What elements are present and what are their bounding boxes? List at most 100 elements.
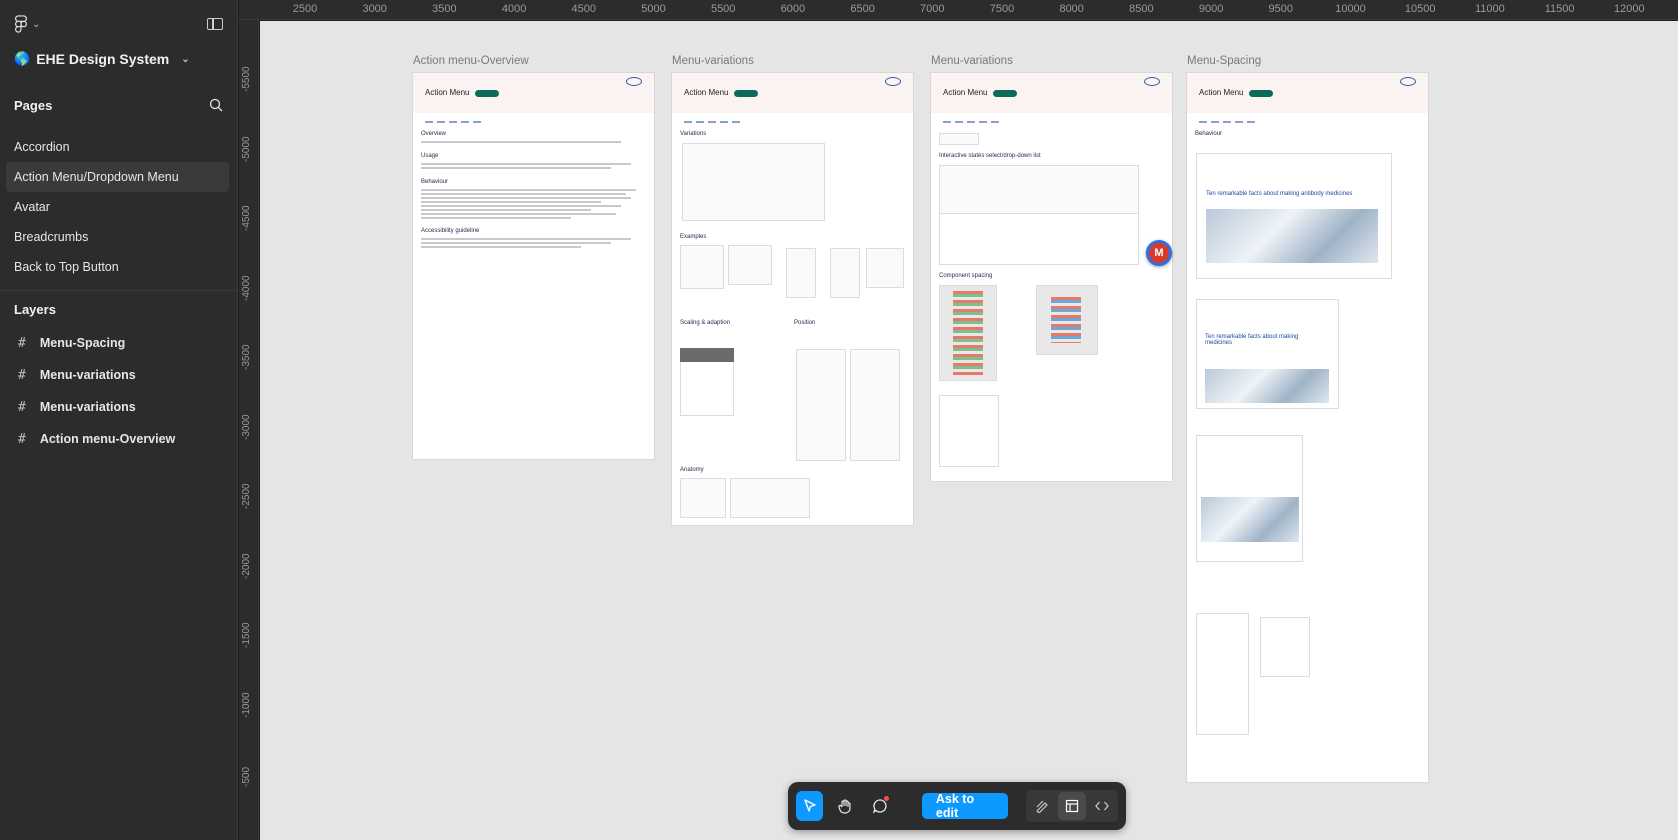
page-item-accordion[interactable]: Accordion [0,132,229,162]
ruler-tick-label: 5500 [710,3,736,15]
frame-label[interactable]: Action menu-Overview [413,55,529,67]
layer-item[interactable]: # Action menu-Overview [0,423,237,455]
ruler-tick-label: 7000 [920,3,945,15]
hand-icon [838,799,851,814]
ruler-tick-label: 11000 [1475,3,1505,15]
panel-toggle-icon[interactable] [207,18,223,30]
text-line [421,189,636,191]
code-icon [1095,801,1109,811]
text-line [421,242,611,244]
layer-item[interactable]: # Menu-variations [0,391,237,423]
scaling-preview-header [680,348,734,362]
dev-mode-button[interactable] [1088,792,1116,820]
figma-app: ⌄ 🌎 EHE Design System ⌄ Pages Accordion … [0,0,1678,840]
article-title: Ten remarkable facts about making medici… [1205,334,1299,346]
text-line [421,205,621,207]
main-menu-button[interactable]: ⌄ [14,15,40,33]
ruler-tick-label: -3500 [241,344,252,370]
horizontal-ruler: 2500 3000 3500 4000 4500 5000 5500 6000 6500 7000… [239,0,1678,20]
section-heading: Component spacing [939,273,993,279]
ruler-tick-label: -1000 [241,691,252,718]
spacing-preview-bars [1051,297,1081,343]
example-preview [728,245,772,285]
frame-tabs [1199,121,1259,123]
collaborator-avatar[interactable]: M [1146,240,1172,266]
article-title: Ten remarkable facts about making antibo… [1206,191,1353,197]
page-item-avatar[interactable]: Avatar [0,192,229,222]
section-heading: Position [794,320,816,326]
variations-preview [682,143,825,221]
text-line [421,197,631,199]
comment-tool-button[interactable] [867,791,894,821]
globe-icon: 🌎 [14,51,31,66]
ruler-tick-label: 12000 [1614,3,1645,15]
text-line [421,163,631,165]
sidebar-header: ⌄ [0,0,237,48]
frame-menu-variations[interactable]: Action Menu Variations Examples Scaling … [672,73,913,525]
ruler-tick-label: -3000 [241,413,252,440]
figma-logo-icon [15,15,27,33]
frame-heading: Action Menu [425,88,470,97]
layer-item[interactable]: # Menu-variations [0,359,237,391]
page-item-back-to-top[interactable]: Back to Top Button [0,252,229,282]
search-icon[interactable] [209,98,223,112]
chevron-down-icon: ⌄ [181,53,190,65]
menu-preview [1196,613,1249,735]
section-heading: Behaviour [1195,131,1223,137]
frame-menu-variations[interactable]: Action Menu Interactive states select/dr… [931,73,1172,481]
frame-label[interactable]: Menu-variations [931,55,1013,67]
frame-icon: # [18,431,26,447]
article-image [1201,497,1299,542]
move-tool-button[interactable] [796,791,824,821]
example-preview [866,248,904,288]
section-heading: Behaviour [421,179,449,185]
section-heading: Accessibility guideline [421,228,480,234]
page-item-breadcrumbs[interactable]: Breadcrumbs [0,222,229,252]
section-heading: Anatomy [680,467,704,473]
ask-to-edit-button[interactable]: Ask to edit [921,792,1009,820]
frame-tabs [943,121,1003,123]
frame-label[interactable]: Menu-Spacing [1187,55,1261,67]
left-sidebar: ⌄ 🌎 EHE Design System ⌄ Pages Accordion … [0,0,238,840]
ruler-tick-label: 4000 [501,3,527,15]
page-item-action-menu[interactable]: Action Menu/Dropdown Menu [6,162,229,192]
section-heading: Usage [421,153,439,159]
section-heading: Overview [421,131,447,137]
ruler-tick-label: 6000 [780,3,806,15]
comment-icon [873,799,887,814]
frame-label[interactable]: Menu-variations [672,55,754,67]
layer-item[interactable]: # Menu-Spacing [0,327,237,359]
hand-tool-button[interactable] [831,791,858,821]
frame-icon: # [18,367,26,383]
file-name: EHE Design System [36,51,170,67]
text-line [421,167,611,169]
file-name-row[interactable]: 🌎 EHE Design System ⌄ [0,48,237,70]
ruler-tick-label: -2500 [241,483,252,509]
ruler-tick-label: -1500 [241,622,252,648]
design-mode-button[interactable] [1058,792,1087,820]
anatomy-preview [680,478,726,518]
frame-action-menu-overview[interactable]: Action Menu Overview Usage Behaviour Acc… [413,73,654,459]
text-line [421,238,631,240]
pages-header: Pages [0,88,237,122]
frame-heading: Action Menu [684,88,729,97]
draw-mode-button[interactable] [1028,792,1056,820]
draw-icon [1036,800,1048,813]
ruler-tick-label: -4500 [241,205,252,231]
ruler-tick-label: 9000 [1198,3,1224,15]
frame-heading: Action Menu [943,88,988,97]
vertical-ruler: -5500 -5000 -4500 -4000 -3500 -3000 -2500 -2000… [239,20,259,840]
ruler-tick-label: 11500 [1544,3,1575,15]
position-preview [850,349,900,461]
bottom-toolbar: Ask to edit [788,782,1126,830]
design-canvas[interactable]: Action menu-Overview Action Menu Overvie… [260,21,1678,840]
move-icon [803,799,816,812]
ruler-tick-label: 10000 [1335,3,1366,15]
menu-preview [1260,617,1310,677]
ruler-tick-label: 6500 [850,3,875,15]
ruler-tick-label: -2000 [241,552,252,579]
states-preview [939,213,1139,265]
anatomy-preview [939,395,999,467]
mode-switcher [1026,790,1119,822]
frame-menu-spacing[interactable]: Action Menu Behaviour Ten remarkable fac… [1187,73,1428,782]
